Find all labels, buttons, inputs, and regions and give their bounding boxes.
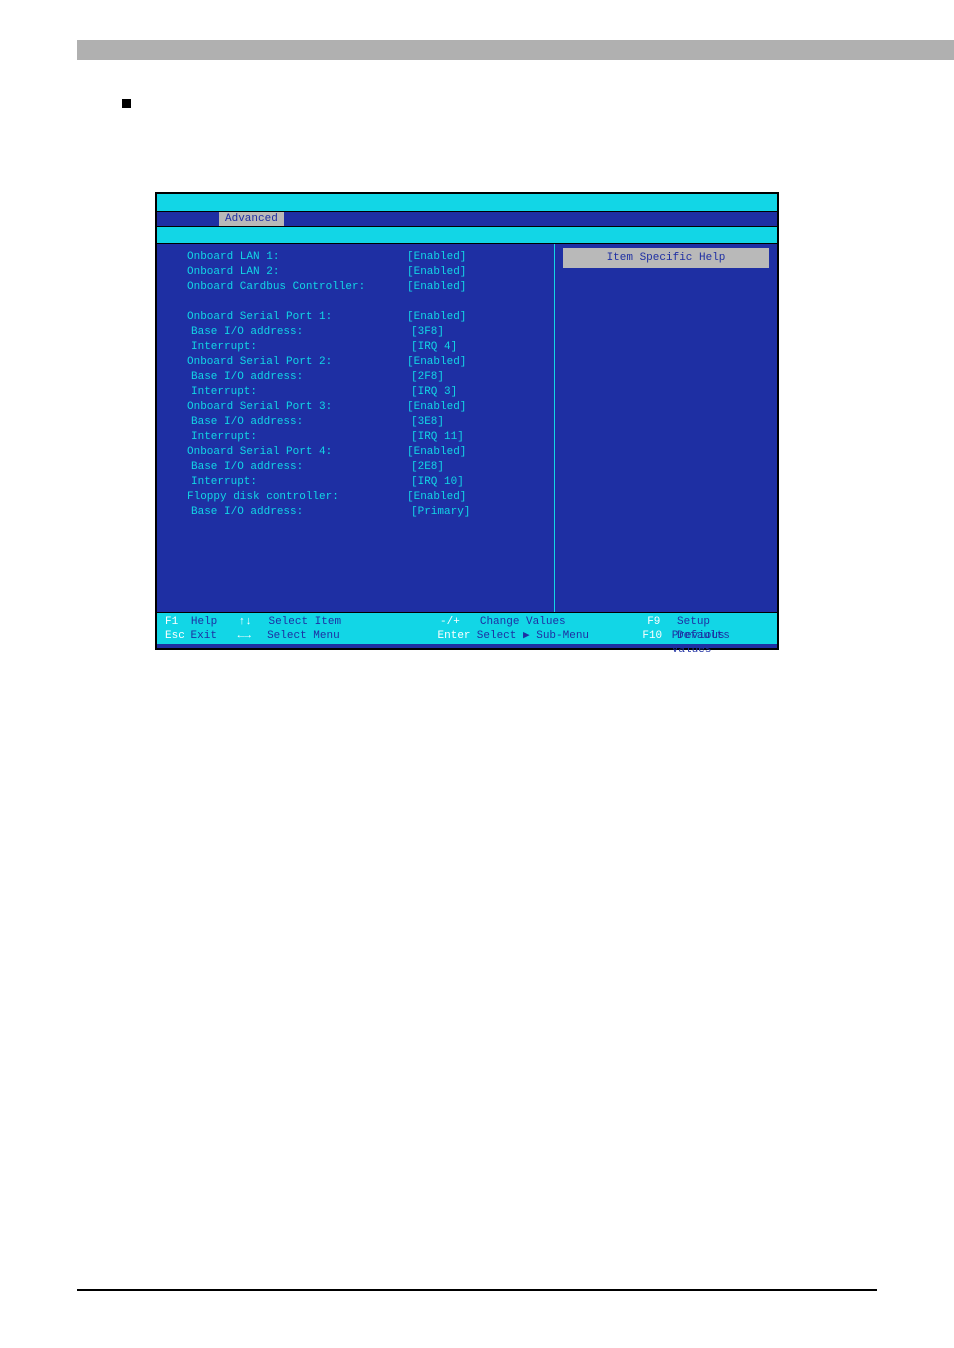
setting-row: Interrupt:[IRQ 11] — [157, 430, 554, 445]
setting-value[interactable]: [Primary] — [411, 505, 470, 520]
setting-value[interactable]: [Enabled] — [407, 490, 466, 505]
setting-row: Interrupt:[IRQ 4] — [157, 340, 554, 355]
setting-row: Onboard Serial Port 3:[Enabled] — [157, 400, 554, 415]
key-f9: F9 — [647, 615, 677, 629]
setting-row: Interrupt:[IRQ 3] — [157, 385, 554, 400]
help-title: Item Specific Help — [563, 248, 769, 268]
setting-label: Interrupt: — [191, 475, 411, 490]
key-esc: Esc — [165, 629, 191, 643]
setting-value[interactable]: [IRQ 3] — [411, 385, 457, 400]
setting-label: Onboard LAN 1: — [187, 250, 407, 265]
setting-value[interactable]: [3E8] — [411, 415, 444, 430]
page-footer-rule — [77, 1289, 877, 1291]
setting-value[interactable]: [Enabled] — [407, 310, 466, 325]
action-change-values: Change Values — [480, 615, 609, 629]
action-select-item: Select Item — [268, 615, 350, 629]
setting-label: Onboard Cardbus Controller: — [187, 280, 407, 295]
setting-row: Base I/O address:[Primary] — [157, 505, 554, 520]
setting-value[interactable]: [Enabled] — [407, 265, 466, 280]
bios-footer: F1 Help ↑↓ Select Item -/+ Change Values… — [157, 612, 777, 644]
setting-row: Onboard LAN 1:[Enabled] — [157, 250, 554, 265]
setting-value[interactable]: [Enabled] — [407, 400, 466, 415]
setting-value[interactable]: [IRQ 10] — [411, 475, 464, 490]
setting-value[interactable]: [Enabled] — [407, 355, 466, 370]
setting-label: Base I/O address: — [191, 460, 411, 475]
bullet-square-icon — [122, 99, 131, 108]
setting-label: Base I/O address: — [191, 415, 411, 430]
setting-label: Base I/O address: — [191, 505, 411, 520]
tab-advanced[interactable]: Advanced — [219, 212, 284, 226]
setting-label: Onboard Serial Port 3: — [187, 400, 407, 415]
setting-row: Onboard Serial Port 1:[Enabled] — [157, 310, 554, 325]
bios-help-pane: Item Specific Help — [555, 244, 777, 612]
setting-row: Base I/O address:[2E8] — [157, 460, 554, 475]
setting-label: Onboard Serial Port 2: — [187, 355, 407, 370]
setting-value[interactable]: [IRQ 4] — [411, 340, 457, 355]
action-select-menu: Select Menu — [267, 629, 347, 643]
setting-row — [157, 295, 554, 310]
setting-value[interactable]: [Enabled] — [407, 445, 466, 460]
bios-body: Onboard LAN 1:[Enabled] Onboard LAN 2:[E… — [157, 244, 777, 612]
setting-row: Onboard Serial Port 2:[Enabled] — [157, 355, 554, 370]
setting-row: Onboard Cardbus Controller:[Enabled] — [157, 280, 554, 295]
setting-row: Onboard LAN 2:[Enabled] — [157, 265, 554, 280]
arrows-leftright-icon: ←→ — [238, 629, 267, 643]
setting-value[interactable]: [Enabled] — [407, 280, 466, 295]
setting-row: Base I/O address:[3E8] — [157, 415, 554, 430]
setting-label — [187, 295, 407, 310]
bios-sub-header — [157, 226, 777, 244]
setting-row: Floppy disk controller:[Enabled] — [157, 490, 554, 505]
key-f10: F10 — [642, 629, 671, 643]
setting-row: Interrupt:[IRQ 10] — [157, 475, 554, 490]
bios-setup-window: Advanced Onboard LAN 1:[Enabled] Onboard… — [155, 192, 779, 650]
setting-label: Base I/O address: — [191, 325, 411, 340]
footer-row-1: F1 Help ↑↓ Select Item -/+ Change Values… — [165, 615, 769, 629]
action-select-submenu: Select ▶ Sub-Menu — [477, 629, 605, 643]
page-header-bar — [77, 40, 954, 60]
bios-titlebar — [157, 194, 777, 212]
setting-label: Interrupt: — [191, 385, 411, 400]
setting-value[interactable]: [3F8] — [411, 325, 444, 340]
bios-settings-pane[interactable]: Onboard LAN 1:[Enabled] Onboard LAN 2:[E… — [157, 244, 555, 612]
setting-label: Base I/O address: — [191, 370, 411, 385]
setting-label: Onboard LAN 2: — [187, 265, 407, 280]
setting-row: Onboard Serial Port 4:[Enabled] — [157, 445, 554, 460]
setting-value[interactable]: [2F8] — [411, 370, 444, 385]
setting-value[interactable]: [IRQ 11] — [411, 430, 464, 445]
setting-value[interactable]: [Enabled] — [407, 250, 466, 265]
action-previous-values: Previous Values — [672, 629, 769, 643]
setting-label: Interrupt: — [191, 340, 411, 355]
footer-row-2: Esc Exit ←→ Select Menu Enter Select ▶ S… — [165, 629, 769, 643]
key-enter: Enter — [438, 629, 477, 643]
setting-label: Floppy disk controller: — [187, 490, 407, 505]
setting-value[interactable]: [2E8] — [411, 460, 444, 475]
action-help: Help — [191, 615, 239, 629]
setting-row: Base I/O address:[3F8] — [157, 325, 554, 340]
setting-label: Interrupt: — [191, 430, 411, 445]
action-exit: Exit — [191, 629, 238, 643]
setting-label: Onboard Serial Port 4: — [187, 445, 407, 460]
key-plusminus: -/+ — [440, 615, 480, 629]
setting-row: Base I/O address:[2F8] — [157, 370, 554, 385]
key-f1: F1 — [165, 615, 191, 629]
bios-menu-bar[interactable]: Advanced — [157, 212, 777, 226]
setting-label: Onboard Serial Port 1: — [187, 310, 407, 325]
arrows-updown-icon: ↑↓ — [239, 615, 269, 629]
action-setup-defaults: Setup Defaults — [677, 615, 769, 629]
